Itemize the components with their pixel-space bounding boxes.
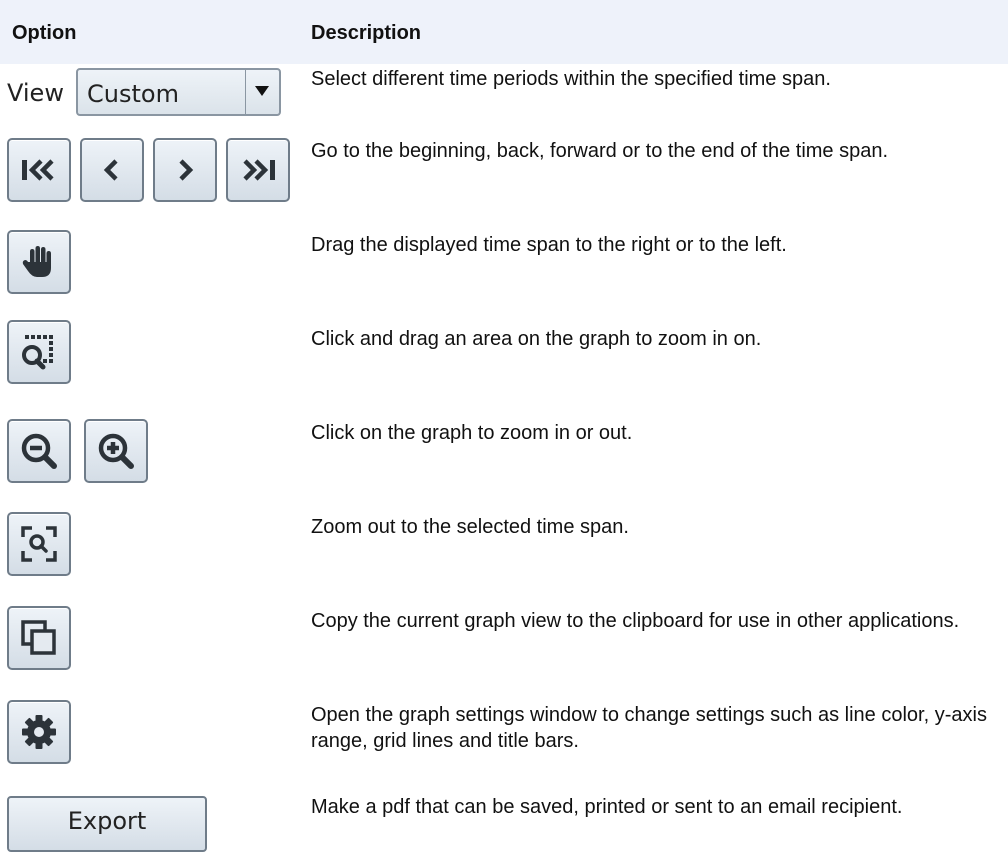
row-description: Zoom out to the selected time span. xyxy=(311,516,629,538)
step-back-icon xyxy=(103,159,118,181)
copy-icon xyxy=(21,620,56,655)
row-description: Open the graph settings window to change… xyxy=(311,704,987,752)
row-description: Make a pdf that can be saved, printed or… xyxy=(311,796,903,818)
zoom-fit-icon xyxy=(21,526,57,562)
gear-icon xyxy=(22,715,56,749)
view-dropdown[interactable]: Custom xyxy=(76,68,281,116)
zoom-in-button[interactable] xyxy=(84,419,148,483)
skip-to-end-icon xyxy=(243,159,275,181)
row-description: Click and drag an area on the graph to z… xyxy=(311,328,762,350)
settings-button[interactable] xyxy=(7,700,71,764)
view-label: View xyxy=(7,79,64,107)
hand-icon xyxy=(22,246,51,277)
zoom-area-icon xyxy=(22,335,53,370)
zoom-out-icon xyxy=(21,433,57,469)
export-button[interactable]: Export xyxy=(7,796,207,852)
zoom-in-icon xyxy=(98,433,134,469)
zoom-fit-button[interactable] xyxy=(7,512,71,576)
row-description: Select different time periods within the… xyxy=(311,68,831,90)
pan-button[interactable] xyxy=(7,230,71,294)
skip-to-end-button[interactable] xyxy=(226,138,290,202)
zoom-out-button[interactable] xyxy=(7,419,71,483)
option-column-header: Option xyxy=(12,22,77,44)
skip-to-start-button[interactable] xyxy=(7,138,71,202)
row-description: Go to the beginning, back, forward or to… xyxy=(311,140,889,162)
step-forward-button[interactable] xyxy=(153,138,217,202)
row-description: Copy the current graph view to the clipb… xyxy=(311,610,960,632)
copy-button[interactable] xyxy=(7,606,71,670)
row-description: Drag the displayed time span to the righ… xyxy=(311,234,787,256)
chevron-down-icon xyxy=(255,86,269,96)
zoom-area-button[interactable] xyxy=(7,320,71,384)
row-description: Click on the graph to zoom in or out. xyxy=(311,422,633,444)
description-column-header: Description xyxy=(311,22,422,44)
step-back-button[interactable] xyxy=(80,138,144,202)
view-dropdown-value: Custom xyxy=(87,80,179,108)
dropdown-divider xyxy=(245,70,246,114)
table-header: Option Description xyxy=(0,0,1008,64)
step-forward-icon xyxy=(179,159,194,181)
skip-to-start-icon xyxy=(22,159,54,181)
